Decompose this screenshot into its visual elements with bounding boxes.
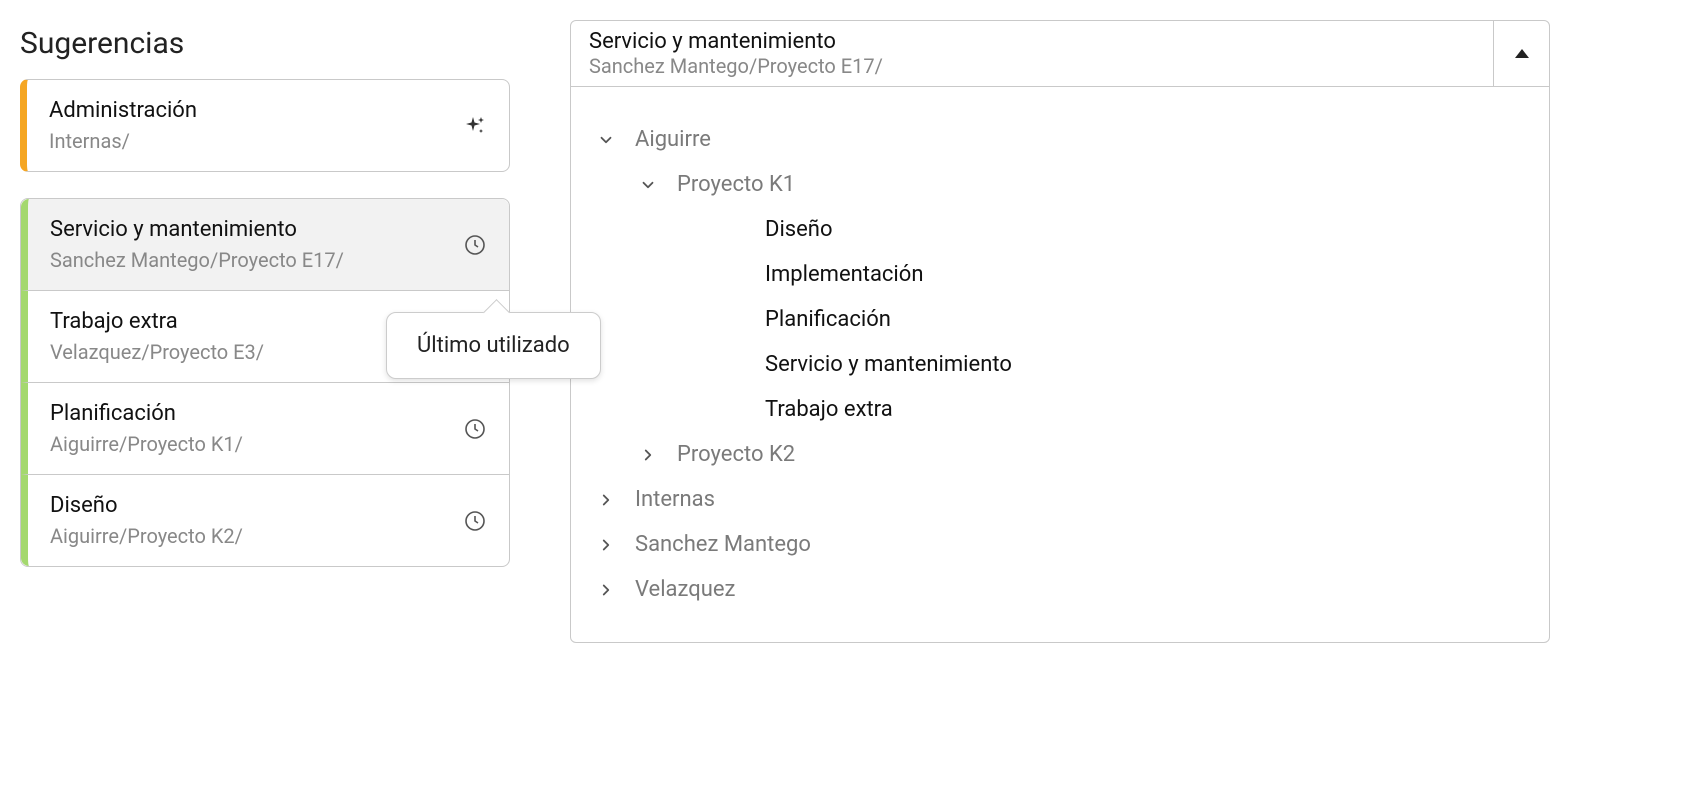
sparkle-icon: [463, 114, 487, 138]
suggestion-subtitle: Velazquez/Proyecto E3/: [50, 340, 264, 364]
suggestion-title: Planificación: [50, 401, 243, 426]
tree-label: Servicio y mantenimiento: [765, 352, 1012, 377]
picker-header[interactable]: Servicio y mantenimiento Sanchez Mantego…: [571, 21, 1549, 87]
tree-leaf[interactable]: Servicio y mantenimiento: [595, 342, 1525, 387]
tree-leaf[interactable]: Implementación: [595, 252, 1525, 297]
project-tree: Aiguirre Proyecto K1 Diseño Implementaci…: [571, 87, 1549, 642]
suggestion-subtitle: Sanchez Mantego/Proyecto E17/: [50, 248, 344, 272]
last-used-tooltip: Último utilizado: [386, 312, 601, 379]
project-picker: Servicio y mantenimiento Sanchez Mantego…: [570, 20, 1550, 643]
tree-node-proyecto-k2[interactable]: Proyecto K2: [595, 432, 1525, 477]
tree-label: Aiguirre: [635, 127, 711, 152]
clock-icon: [463, 509, 487, 533]
clock-icon: [463, 417, 487, 441]
chevron-down-icon: [637, 176, 659, 194]
tree-leaf[interactable]: Diseño: [595, 207, 1525, 252]
tree-label: Velazquez: [635, 577, 735, 602]
tree-node-velazquez[interactable]: Velazquez: [595, 567, 1525, 612]
tree-leaf[interactable]: Trabajo extra: [595, 387, 1525, 432]
chevron-right-icon: [595, 581, 617, 599]
tree-label: Implementación: [765, 262, 923, 287]
suggestion-title: Administración: [49, 98, 197, 123]
tree-label: Internas: [635, 487, 715, 512]
suggestion-item[interactable]: Diseño Aiguirre/Proyecto K2/: [21, 475, 509, 566]
chevron-right-icon: [637, 446, 659, 464]
suggestion-item[interactable]: Planificación Aiguirre/Proyecto K1/: [21, 383, 509, 475]
tree-label: Proyecto K1: [677, 172, 795, 197]
tree-node-proyecto-k1[interactable]: Proyecto K1: [595, 162, 1525, 207]
tree-label: Proyecto K2: [677, 442, 795, 467]
suggestion-subtitle: Internas/: [49, 129, 197, 153]
picker-selected-title: Servicio y mantenimiento: [589, 29, 1475, 54]
chevron-down-icon: [595, 131, 617, 149]
picker-selected-subtitle: Sanchez Mantego/Proyecto E17/: [589, 54, 1475, 78]
tree-label: Trabajo extra: [765, 397, 893, 422]
clock-icon: [463, 233, 487, 257]
suggestion-title: Trabajo extra: [50, 309, 264, 334]
tree-node-internas[interactable]: Internas: [595, 477, 1525, 522]
tree-label: Planificación: [765, 307, 891, 332]
chevron-right-icon: [595, 491, 617, 509]
suggestion-subtitle: Aiguirre/Proyecto K2/: [50, 524, 243, 548]
tree-leaf[interactable]: Planificación: [595, 297, 1525, 342]
suggestion-title: Diseño: [50, 493, 243, 518]
chevron-up-icon: [1515, 49, 1529, 58]
collapse-button[interactable]: [1493, 21, 1549, 86]
tree-node-sanchez[interactable]: Sanchez Mantego: [595, 522, 1525, 567]
suggestions-heading: Sugerencias: [20, 26, 510, 61]
tree-node-aiguirre[interactable]: Aiguirre: [595, 117, 1525, 162]
suggestion-ai-card[interactable]: Administración Internas/: [20, 79, 510, 172]
suggestion-subtitle: Aiguirre/Proyecto K1/: [50, 432, 243, 456]
suggestion-item[interactable]: Servicio y mantenimiento Sanchez Mantego…: [21, 199, 509, 291]
suggestion-title: Servicio y mantenimiento: [50, 217, 344, 242]
chevron-right-icon: [595, 536, 617, 554]
tree-label: Diseño: [765, 217, 833, 242]
suggestions-list: Servicio y mantenimiento Sanchez Mantego…: [20, 198, 510, 567]
tree-label: Sanchez Mantego: [635, 532, 811, 557]
